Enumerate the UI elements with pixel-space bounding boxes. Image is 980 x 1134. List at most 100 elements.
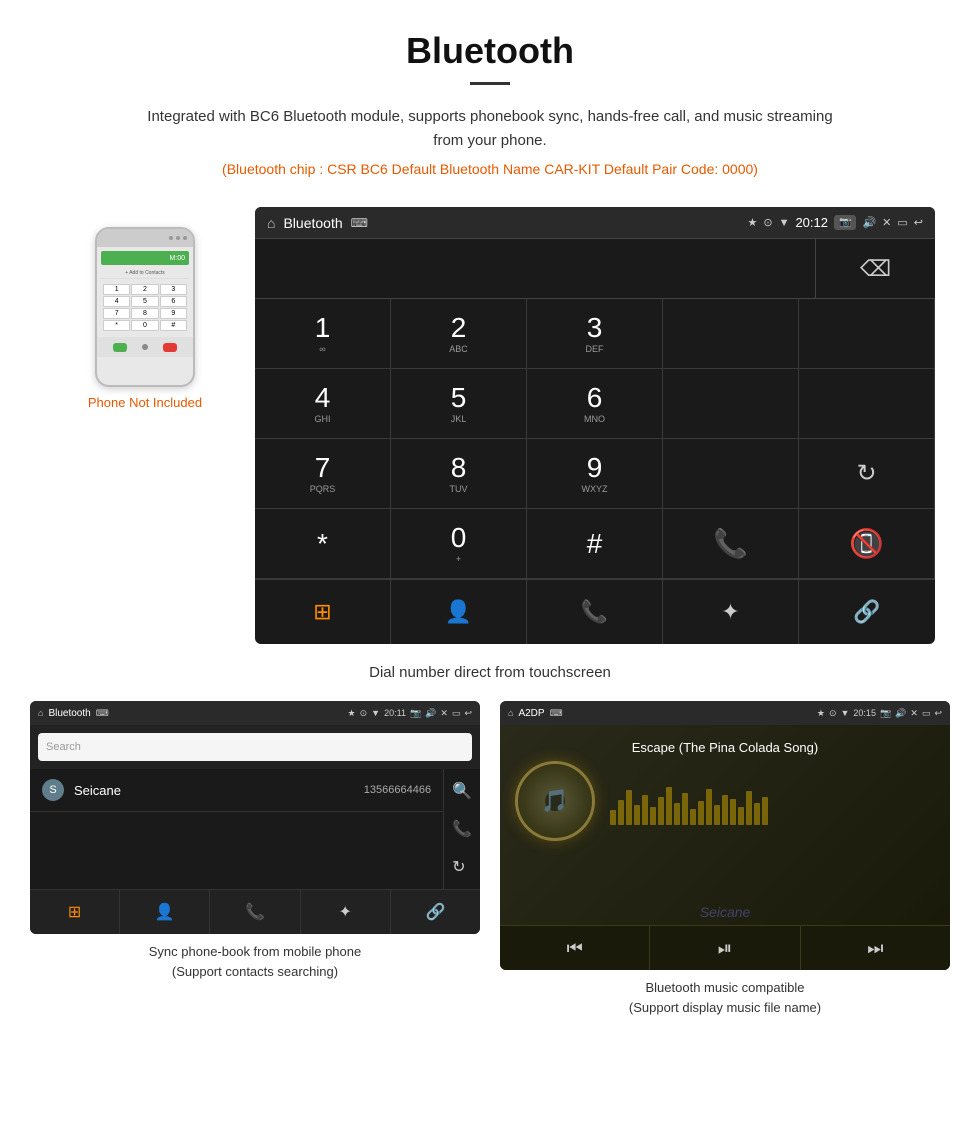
- search-bar[interactable]: Search: [38, 733, 472, 761]
- toolbar-link-button[interactable]: 🔗: [799, 580, 935, 644]
- pb-close-icon[interactable]: ✕: [440, 708, 448, 719]
- dial-empty-3: [663, 369, 799, 439]
- dial-key-0[interactable]: 0+: [391, 509, 527, 579]
- pb-back-icon[interactable]: ↩: [464, 708, 472, 719]
- phonebook-right-panel: 🔍 📞 ↻: [443, 769, 480, 889]
- close-icon[interactable]: ✕: [882, 216, 891, 229]
- dial-key-star[interactable]: *: [255, 509, 391, 579]
- dial-empty-5: [663, 439, 799, 509]
- dial-keypad-grid: 1∞ 2ABC 3DEF 4GHI 5JKL 6MNO: [255, 299, 935, 579]
- music-home-icon[interactable]: ⌂: [508, 708, 513, 718]
- music-sig-icon: ▼: [841, 708, 850, 718]
- dial-toolbar: ⊞ 👤 📞 ✦ 🔗: [255, 579, 935, 644]
- music-cam-icon[interactable]: 📷: [880, 708, 891, 719]
- dial-caption: Dial number direct from touchscreen: [369, 664, 611, 681]
- dial-key-hash[interactable]: #: [527, 509, 663, 579]
- dial-key-8[interactable]: 8TUV: [391, 439, 527, 509]
- dial-key-3[interactable]: 3DEF: [527, 299, 663, 369]
- phonebook-layout: S Seicane 13566664466 🔍 📞 ↻: [30, 769, 480, 889]
- dial-empty-2: [799, 299, 935, 369]
- call-button[interactable]: 📞: [663, 509, 799, 579]
- equalizer: [610, 785, 935, 825]
- call-right-icon[interactable]: 📞: [452, 819, 472, 839]
- music-close-icon[interactable]: ✕: [910, 708, 918, 719]
- music-win-icon[interactable]: ▭: [922, 708, 931, 719]
- music-vol-icon[interactable]: 🔊: [895, 708, 906, 719]
- location-status-icon: ⊙: [763, 216, 772, 229]
- end-call-button[interactable]: 📵: [799, 509, 935, 579]
- dial-display: ⌫: [255, 239, 935, 299]
- search-placeholder: Search: [46, 741, 81, 753]
- phone-illustration: M:00 + Add to Contacts 123 456 789 *0# P…: [45, 227, 245, 410]
- phonebook-caption: Sync phone-book from mobile phone (Suppo…: [149, 942, 361, 981]
- pb-time: 20:11: [384, 708, 406, 718]
- phone-keypad: 123 456 789 *0#: [101, 282, 189, 333]
- music-status-bar: ⌂ A2DP ⌨ ★ ⊙ ▼ 20:15 📷 🔊 ✕ ▭ ↩: [500, 701, 950, 725]
- pb-link-btn[interactable]: 🔗: [391, 890, 480, 934]
- music-bt-icon: ★: [817, 708, 825, 719]
- pb-vol-icon[interactable]: 🔊: [425, 708, 436, 719]
- phone-bottom: [97, 337, 193, 357]
- dial-key-1[interactable]: 1∞: [255, 299, 391, 369]
- camera-button[interactable]: 📷: [834, 215, 856, 230]
- dial-number-display: [255, 239, 815, 298]
- pb-sig-icon: ▼: [371, 708, 380, 718]
- search-right-icon[interactable]: 🔍: [452, 781, 472, 801]
- volume-icon[interactable]: 🔊: [862, 216, 876, 229]
- music-time: 20:15: [853, 708, 876, 718]
- dial-screen-title: Bluetooth: [283, 215, 342, 231]
- pb-bt-icon: ★: [348, 708, 356, 719]
- refresh-right-icon[interactable]: ↻: [452, 857, 472, 877]
- dial-key-2[interactable]: 2ABC: [391, 299, 527, 369]
- dial-key-7[interactable]: 7PQRS: [255, 439, 391, 509]
- top-section: M:00 + Add to Contacts 123 456 789 *0# P…: [20, 207, 960, 644]
- refresh-button[interactable]: ↻: [799, 439, 935, 509]
- pb-grid-btn[interactable]: ⊞: [30, 890, 120, 934]
- window-icon[interactable]: ▭: [897, 216, 907, 229]
- next-track-button[interactable]: ⏭: [801, 926, 950, 970]
- pb-bt-btn[interactable]: ✦: [301, 890, 391, 934]
- home-icon[interactable]: ⌂: [267, 215, 275, 231]
- contact-row[interactable]: S Seicane 13566664466: [30, 769, 443, 812]
- music-back-icon[interactable]: ↩: [934, 708, 942, 719]
- title-divider: [470, 82, 510, 85]
- toolbar-bluetooth-button[interactable]: ✦: [663, 580, 799, 644]
- music-usb-icon: ⌨: [550, 708, 563, 719]
- pb-home-icon[interactable]: ⌂: [38, 708, 43, 718]
- dial-key-4[interactable]: 4GHI: [255, 369, 391, 439]
- contact-avatar: S: [42, 779, 64, 801]
- phone-add-contact: + Add to Contacts: [101, 268, 189, 279]
- status-left: ⌂ Bluetooth ⌨: [267, 215, 368, 231]
- music-equalizer-area: [610, 777, 935, 825]
- music-status-right: ★ ⊙ ▼ 20:15 📷 🔊 ✕ ▭ ↩: [817, 708, 942, 719]
- music-screen-title: A2DP: [518, 708, 544, 719]
- status-time: 20:12: [795, 215, 828, 230]
- album-art: 🎵: [515, 761, 595, 841]
- pb-call-btn[interactable]: 📞: [210, 890, 300, 934]
- phone-end-button: [163, 343, 177, 352]
- dial-key-6[interactable]: 6MNO: [527, 369, 663, 439]
- dial-key-9[interactable]: 9WXYZ: [527, 439, 663, 509]
- back-icon[interactable]: ↩: [914, 216, 923, 229]
- prev-track-button[interactable]: ⏮: [500, 926, 650, 970]
- music-screen: ⌂ A2DP ⌨ ★ ⊙ ▼ 20:15 📷 🔊 ✕ ▭ ↩: [500, 701, 950, 970]
- music-caption: Bluetooth music compatible (Support disp…: [629, 978, 821, 1017]
- pb-person-btn[interactable]: 👤: [120, 890, 210, 934]
- toolbar-grid-button[interactable]: ⊞: [255, 580, 391, 644]
- music-status-left: ⌂ A2DP ⌨: [508, 708, 563, 719]
- play-pause-button[interactable]: ⏯: [650, 926, 800, 970]
- page-description: Integrated with BC6 Bluetooth module, su…: [140, 105, 840, 153]
- pb-status-left: ⌂ Bluetooth ⌨: [38, 708, 109, 719]
- toolbar-calls-button[interactable]: 📞: [527, 580, 663, 644]
- usb-icon: ⌨: [351, 216, 368, 230]
- pb-cam-icon[interactable]: 📷: [410, 708, 421, 719]
- delete-button[interactable]: ⌫: [815, 239, 935, 298]
- song-title: Escape (The Pina Colada Song): [515, 740, 935, 755]
- pb-win-icon[interactable]: ▭: [452, 708, 461, 719]
- dial-empty-4: [799, 369, 935, 439]
- dial-key-5[interactable]: 5JKL: [391, 369, 527, 439]
- phonebook-screen: ⌂ Bluetooth ⌨ ★ ⊙ ▼ 20:11 📷 🔊 ✕ ▭ ↩: [30, 701, 480, 934]
- toolbar-contacts-button[interactable]: 👤: [391, 580, 527, 644]
- phone-top-bar: [97, 229, 193, 247]
- music-toolbar: ⏮ ⏯ ⏭: [500, 925, 950, 970]
